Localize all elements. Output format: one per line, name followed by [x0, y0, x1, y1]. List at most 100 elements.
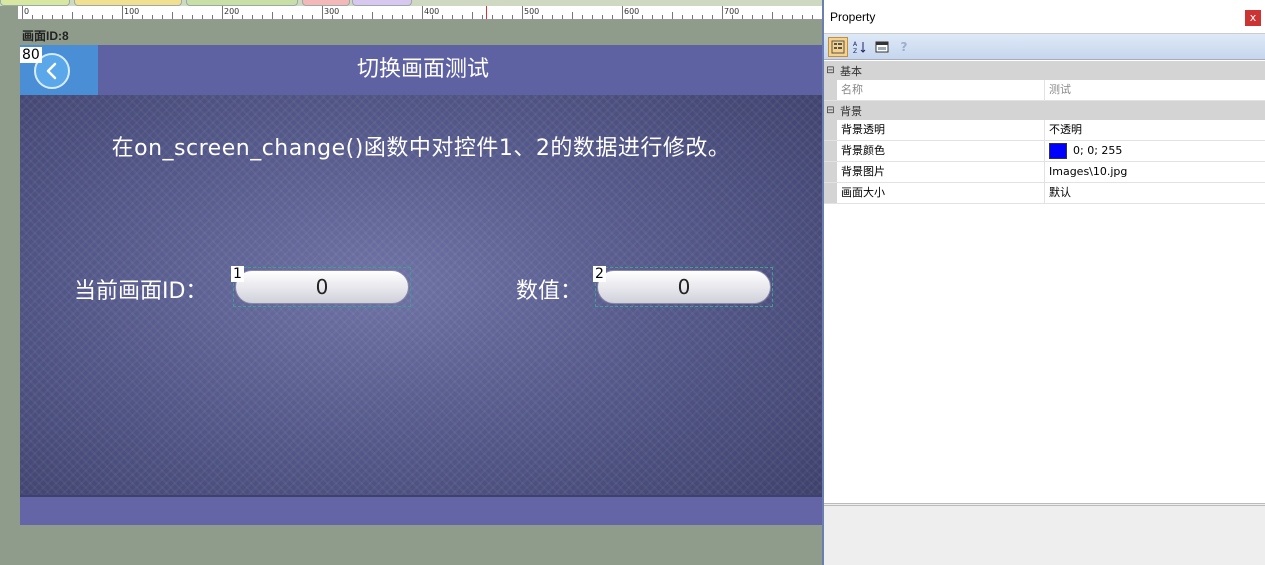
ruler-tick: [92, 15, 93, 19]
category-label: 背景: [840, 104, 862, 118]
property-value[interactable]: 测试: [1045, 80, 1265, 100]
close-icon[interactable]: x: [1245, 10, 1261, 26]
value-field[interactable]: 0: [597, 270, 771, 304]
ruler-tick: [242, 15, 243, 19]
ruler-tick: [562, 15, 563, 19]
control-id-badge: 80: [20, 47, 42, 63]
ruler-tick: [432, 15, 433, 19]
ruler-tick: [472, 12, 473, 19]
ruler-tick: [112, 15, 113, 19]
ruler-tick: [632, 15, 633, 19]
ruler-tick: [572, 12, 573, 19]
ruler-tick: [352, 15, 353, 19]
ruler-tick: [192, 15, 193, 19]
category-row[interactable]: ⊟ 背景: [824, 101, 1265, 120]
ruler-tick: [772, 12, 773, 19]
ruler-tick: [752, 15, 753, 19]
ruler-tick: [22, 6, 23, 19]
ruler-tick: [542, 15, 543, 19]
ruler-tick: [232, 15, 233, 19]
ruler-tick: [642, 15, 643, 19]
property-value[interactable]: 默认: [1045, 183, 1265, 203]
ruler-tick: [812, 15, 813, 19]
ruler-tick: [522, 6, 523, 19]
ruler-tick: [702, 15, 703, 19]
ruler-tick: [492, 15, 493, 19]
property-name: 背景透明: [837, 120, 1045, 140]
ruler-tick: [462, 15, 463, 19]
property-page-icon[interactable]: [872, 37, 892, 57]
ruler-tick: [62, 15, 63, 19]
current-screen-id-label: 当前画面ID：: [74, 279, 208, 304]
ruler-tick: [682, 15, 683, 19]
property-name: 名称: [837, 80, 1045, 100]
property-grid: ⊟ 基本 名称 测试 ⊟ 背景 背景透明 不透明 背景颜色 0; 0; 255: [824, 61, 1265, 204]
property-name: 背景图片: [837, 162, 1045, 182]
ruler-tick: [102, 15, 103, 19]
ruler-tick: [802, 15, 803, 19]
collapse-icon[interactable]: ⊟: [824, 65, 837, 76]
property-value-text: 测试: [1049, 83, 1071, 96]
ruler-tick: [612, 15, 613, 19]
ruler-tick: [282, 15, 283, 19]
ruler-tick: [452, 15, 453, 19]
color-swatch[interactable]: [1049, 143, 1067, 159]
property-row[interactable]: 背景透明 不透明: [824, 120, 1265, 141]
control-id-badge: 1: [231, 266, 244, 282]
ruler-tick: [322, 6, 323, 19]
ruler-tick: [582, 15, 583, 19]
ruler-tick: [732, 15, 733, 19]
ruler-tick: [42, 15, 43, 19]
screen-title: 切换画面测试: [356, 57, 489, 82]
value-control[interactable]: 0: [595, 267, 773, 307]
ruler-tick: [722, 6, 723, 19]
ruler-tick: [222, 6, 223, 19]
property-row[interactable]: 背景颜色 0; 0; 255: [824, 141, 1265, 162]
ruler-tick: [152, 15, 153, 19]
ruler-tick: [72, 12, 73, 19]
panel-header: Property x: [824, 0, 1265, 34]
sort-az-icon[interactable]: AZ: [850, 37, 870, 57]
help-icon[interactable]: ?: [894, 37, 914, 57]
property-value[interactable]: Images\10.jpg: [1045, 162, 1265, 182]
ruler-tick: [482, 15, 483, 19]
property-row[interactable]: 画面大小 默认: [824, 183, 1265, 204]
property-value-text: Images\10.jpg: [1049, 165, 1128, 178]
ruler-tick: [412, 15, 413, 19]
horizontal-ruler: 0 100 200 300 400 500 600 700: [18, 6, 822, 20]
chevron-left-icon: [46, 62, 57, 80]
ruler-tick: [372, 12, 373, 19]
current-screen-id-control[interactable]: 0: [233, 267, 411, 307]
ruler-tick: [742, 15, 743, 19]
categorized-icon[interactable]: [828, 37, 848, 57]
property-row[interactable]: 背景图片 Images\10.jpg: [824, 162, 1265, 183]
property-value[interactable]: 不透明: [1045, 120, 1265, 140]
ruler-tick: [602, 15, 603, 19]
ruler-cursor-marker: [486, 6, 487, 19]
ruler-tick: [512, 15, 513, 19]
screen-canvas[interactable]: 80 切换画面测试 在on_screen_change()函数中对控件1、2的数…: [20, 45, 822, 525]
ruler-tick: [782, 15, 783, 19]
ruler-tick: [342, 15, 343, 19]
ruler-tick: [392, 15, 393, 19]
bottom-bar: [20, 495, 822, 525]
ruler-tick: [552, 15, 553, 19]
ruler-tick: [182, 15, 183, 19]
property-row[interactable]: 名称 测试: [824, 80, 1265, 101]
ruler-tick: [162, 15, 163, 19]
ruler-tick: [212, 15, 213, 19]
ruler-tick: [312, 15, 313, 19]
category-row[interactable]: ⊟ 基本: [824, 61, 1265, 80]
current-screen-id-field[interactable]: 0: [235, 270, 409, 304]
screen-id-label: 画面ID:8: [22, 29, 69, 43]
ruler-tick: [662, 15, 663, 19]
category-label: 基本: [840, 64, 862, 78]
ruler-tick: [292, 15, 293, 19]
ruler-tick: [172, 12, 173, 19]
ruler-tick: [502, 15, 503, 19]
ruler-tick: [382, 15, 383, 19]
ruler-tick: [52, 15, 53, 19]
collapse-icon[interactable]: ⊟: [824, 105, 837, 116]
property-value[interactable]: 0; 0; 255: [1045, 141, 1265, 161]
value-label: 数值：: [516, 279, 583, 304]
